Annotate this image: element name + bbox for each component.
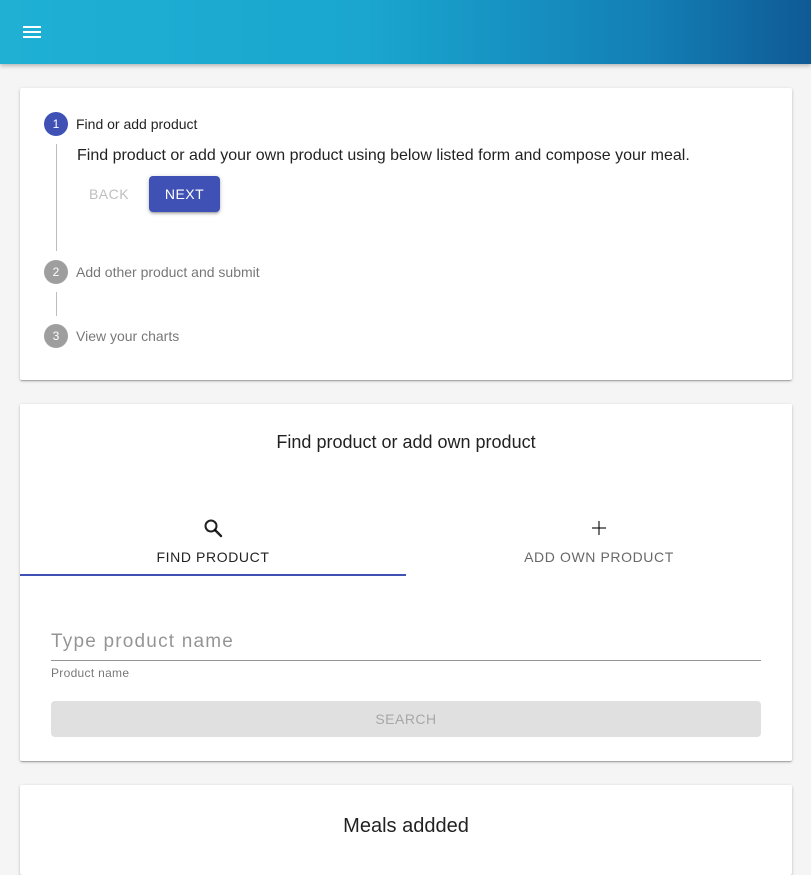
product-name-helper: Product name (51, 666, 130, 680)
step-1-number: 1 (52, 117, 60, 131)
search-icon (204, 519, 223, 538)
tab-add-own-product[interactable]: ADD OWN PRODUCT (406, 504, 792, 576)
product-name-input[interactable] (51, 624, 761, 660)
finder-title: Find product or add own product (276, 432, 536, 452)
tab-find-product-label: FIND PRODUCT (156, 549, 270, 565)
step-3-circle[interactable]: 3 (44, 324, 68, 348)
step-connector-2 (56, 292, 57, 316)
product-finder-card: Find product or add own product FIND PRO… (20, 404, 792, 761)
step-2-circle[interactable]: 2 (44, 260, 68, 284)
app-bar (0, 0, 811, 64)
tab-find-product[interactable]: FIND PRODUCT (20, 504, 406, 576)
menu-icon (23, 26, 41, 38)
step-connector-1 (56, 144, 57, 251)
step-1-label[interactable]: Find or add product (76, 116, 197, 132)
meals-card: Meals addded (20, 785, 792, 875)
meals-title: Meals addded (343, 815, 469, 837)
search-button[interactable]: SEARCH (51, 701, 761, 737)
step-2-number: 2 (52, 265, 60, 279)
product-name-field (51, 624, 761, 661)
tab-indicator (20, 574, 406, 576)
next-button[interactable]: NEXT (149, 176, 220, 212)
step-1-description: Find product or add your own product usi… (77, 147, 690, 164)
stepper-card: 1 Find or add product Find product or ad… (20, 88, 792, 380)
step-3-number: 3 (52, 329, 60, 343)
menu-button[interactable] (12, 12, 52, 52)
step-1-circle[interactable]: 1 (44, 112, 68, 136)
back-button[interactable]: BACK (77, 176, 141, 212)
step-2-label[interactable]: Add other product and submit (76, 264, 260, 280)
step-3-label[interactable]: View your charts (76, 328, 179, 344)
tab-add-own-product-label: ADD OWN PRODUCT (524, 549, 674, 565)
plus-icon (592, 521, 606, 535)
